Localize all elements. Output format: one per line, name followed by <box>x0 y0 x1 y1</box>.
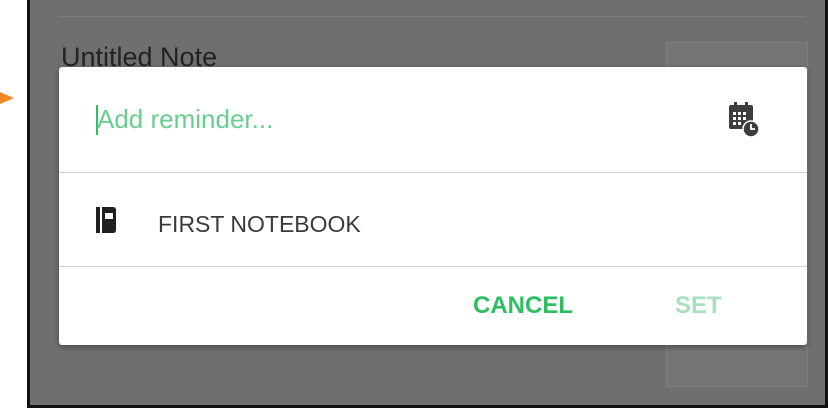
notebook-icon <box>96 207 116 233</box>
reminder-dialog: FIRST NOTEBOOK CANCEL SET <box>59 67 807 345</box>
toolbar-divider <box>60 16 805 17</box>
notebook-selector[interactable]: FIRST NOTEBOOK <box>59 173 807 266</box>
reminder-input[interactable] <box>97 101 657 137</box>
calendar-clock-icon[interactable] <box>727 102 759 138</box>
pointer-arrow-icon <box>0 92 14 104</box>
set-button[interactable]: SET <box>675 292 722 320</box>
notebook-label: FIRST NOTEBOOK <box>158 211 361 237</box>
reminder-row <box>59 67 807 172</box>
cancel-button[interactable]: CANCEL <box>473 292 573 320</box>
dialog-divider <box>59 266 807 267</box>
dialog-actions: CANCEL SET <box>59 268 807 345</box>
